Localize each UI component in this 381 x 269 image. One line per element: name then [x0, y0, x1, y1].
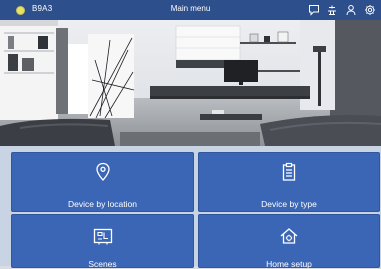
tile-label: Home setup: [266, 259, 312, 269]
location-pin-icon: [95, 162, 111, 187]
network-icon[interactable]: [326, 4, 338, 16]
clipboard-icon: [281, 162, 297, 187]
tile-label: Device by type: [261, 199, 317, 209]
settings-icon[interactable]: [364, 4, 376, 16]
user-icon[interactable]: [345, 4, 357, 16]
page-title: Main menu: [170, 4, 211, 13]
scenes-tile[interactable]: Scenes: [11, 214, 194, 269]
home-setup-tile[interactable]: Home setup: [198, 214, 380, 269]
home-setup-icon: [279, 226, 299, 251]
scenes-icon: [93, 228, 113, 251]
chat-icon[interactable]: [308, 4, 320, 16]
menu-grid: Device by location Device by type Scenes…: [0, 146, 381, 269]
device-by-type-tile[interactable]: Device by type: [198, 152, 380, 212]
device-by-location-tile[interactable]: Device by location: [11, 152, 194, 212]
tile-label: Device by location: [68, 199, 137, 209]
top-bar: B9A3 Main menu: [0, 0, 381, 20]
tile-label: Scenes: [88, 259, 117, 269]
living-room-photo: [0, 20, 381, 146]
